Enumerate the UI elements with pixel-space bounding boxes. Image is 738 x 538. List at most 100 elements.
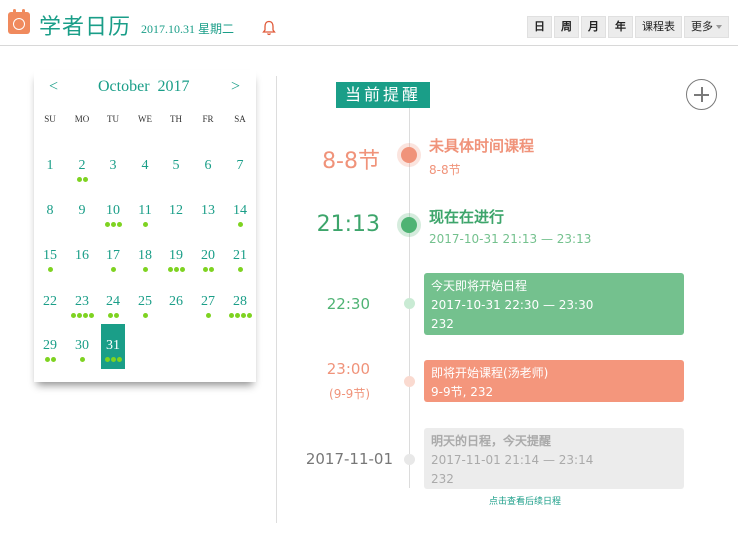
view-month-button[interactable]: 月 xyxy=(581,16,606,38)
event-card[interactable]: 明天的日程，今天提醒 2017-11-01 21:14 — 23:14 232 xyxy=(424,428,684,489)
calendar-day[interactable]: 15 xyxy=(38,248,62,278)
event-dot xyxy=(44,357,50,362)
event-dot xyxy=(202,267,208,272)
calendar-day[interactable]: 20 xyxy=(196,248,220,278)
day-number: 7 xyxy=(236,158,244,173)
event-dot xyxy=(116,222,122,227)
view-day-button[interactable]: 日 xyxy=(527,16,552,38)
event-node-core xyxy=(401,147,417,163)
event-dot xyxy=(142,222,148,227)
event-dot xyxy=(116,357,122,362)
calendar-day[interactable]: 5 xyxy=(164,158,188,188)
event-dots xyxy=(70,177,94,185)
panel-divider xyxy=(276,76,277,523)
event-subtitle: 2017-10-31 21:13 — 23:13 xyxy=(429,232,592,246)
event-title: 即将开始课程(汤老师) xyxy=(431,366,549,380)
event-card[interactable]: 即将开始课程(汤老师) 9-9节, 232 xyxy=(424,360,684,402)
event-dot xyxy=(82,177,88,182)
event-dot xyxy=(228,313,234,318)
calendar-day[interactable]: 29 xyxy=(38,338,62,368)
view-week-button[interactable]: 周 xyxy=(554,16,579,38)
weekday-label: MO xyxy=(74,114,90,124)
day-number: 29 xyxy=(43,338,57,353)
day-number: 10 xyxy=(106,203,120,218)
event-dot xyxy=(107,313,113,318)
event-card[interactable]: 今天即将开始日程 2017-10-31 22:30 — 23:30 232 xyxy=(424,273,684,335)
day-number: 1 xyxy=(46,158,54,173)
calendar-day[interactable]: 11 xyxy=(133,203,157,233)
next-month-button[interactable]: > xyxy=(231,78,240,96)
event-dots xyxy=(133,313,157,321)
event-dot xyxy=(237,267,243,272)
event-dot xyxy=(205,313,211,318)
day-number: 9 xyxy=(78,203,86,218)
event-location: 232 xyxy=(431,472,454,486)
calendar-day[interactable]: 23 xyxy=(70,294,94,324)
calendar-day[interactable]: 31 xyxy=(101,324,125,369)
event-dot xyxy=(104,357,110,362)
event-dot xyxy=(173,267,179,272)
calendar-day[interactable]: 7 xyxy=(228,158,252,188)
calendar-day[interactable]: 10 xyxy=(101,203,125,233)
calendar-day[interactable]: 18 xyxy=(133,248,157,278)
calendar-day[interactable]: 17 xyxy=(101,248,125,278)
bell-icon[interactable] xyxy=(262,20,276,36)
calendar-day[interactable]: 8 xyxy=(38,203,62,233)
calendar-day[interactable]: 22 xyxy=(38,294,62,324)
view-year-button[interactable]: 年 xyxy=(608,16,633,38)
weekday-label: FR xyxy=(202,114,214,124)
day-number: 26 xyxy=(169,294,183,309)
more-dropdown[interactable]: 更多 xyxy=(684,16,729,38)
event-time: 23:00 xyxy=(326,360,370,378)
event-dots xyxy=(38,357,62,365)
event-location: 232 xyxy=(431,317,454,331)
calendar-day[interactable]: 21 xyxy=(228,248,252,278)
day-number: 28 xyxy=(233,294,247,309)
prev-month-button[interactable]: < xyxy=(49,78,58,96)
calendar-day[interactable]: 6 xyxy=(196,158,220,188)
event-dot xyxy=(110,222,116,227)
day-number: 13 xyxy=(201,203,215,218)
calendar-day[interactable]: 1 xyxy=(38,158,62,188)
event-dots xyxy=(101,313,125,321)
schedule-button[interactable]: 课程表 xyxy=(635,16,682,38)
calendar-day[interactable]: 26 xyxy=(164,294,188,324)
event-subtitle: 2017-11-01 21:14 — 23:14 xyxy=(431,453,594,467)
event-title[interactable]: 未具体时间课程 xyxy=(429,135,534,156)
day-number: 30 xyxy=(75,338,89,353)
event-dot xyxy=(104,222,110,227)
calendar-day[interactable]: 12 xyxy=(164,203,188,233)
event-dots xyxy=(196,267,220,275)
add-icon[interactable] xyxy=(686,79,717,110)
event-dot xyxy=(47,267,53,272)
calendar-day[interactable]: 25 xyxy=(133,294,157,324)
calendar-day[interactable]: 13 xyxy=(196,203,220,233)
event-period: (9-9节) xyxy=(329,387,370,401)
event-title: 今天即将开始日程 xyxy=(431,279,528,293)
event-node xyxy=(404,454,415,465)
calendar-day[interactable]: 16 xyxy=(70,248,94,278)
calendar-day[interactable]: 4 xyxy=(133,158,157,188)
calendar-day[interactable]: 3 xyxy=(101,158,125,188)
calendar-day[interactable]: 27 xyxy=(196,294,220,324)
calendar-day[interactable]: 19 xyxy=(164,248,188,278)
calendar-day[interactable]: 9 xyxy=(70,203,94,233)
event-title[interactable]: 现在在进行 xyxy=(429,206,504,227)
day-number: 24 xyxy=(106,294,120,309)
calendar-day[interactable]: 14 xyxy=(228,203,252,233)
event-dots xyxy=(70,313,94,321)
day-number: 8 xyxy=(46,203,54,218)
view-switcher: 日 周 月 年 课程表 更多 xyxy=(527,16,729,38)
current-reminders-badge: 当前提醒 xyxy=(336,82,430,108)
calendar-day[interactable]: 24 xyxy=(101,294,125,324)
event-dot xyxy=(76,313,82,318)
calendar-nav: < October 2017 > xyxy=(34,78,256,98)
event-node xyxy=(404,376,415,387)
calendar-day[interactable]: 2 xyxy=(70,158,94,188)
calendar-day[interactable]: 30 xyxy=(70,338,94,368)
event-dots xyxy=(101,222,125,230)
calendar-day[interactable]: 28 xyxy=(228,294,252,324)
calendar-app-icon xyxy=(8,9,30,34)
view-more-link[interactable]: 点击查看后续日程 xyxy=(489,494,561,507)
more-label: 更多 xyxy=(691,20,713,33)
